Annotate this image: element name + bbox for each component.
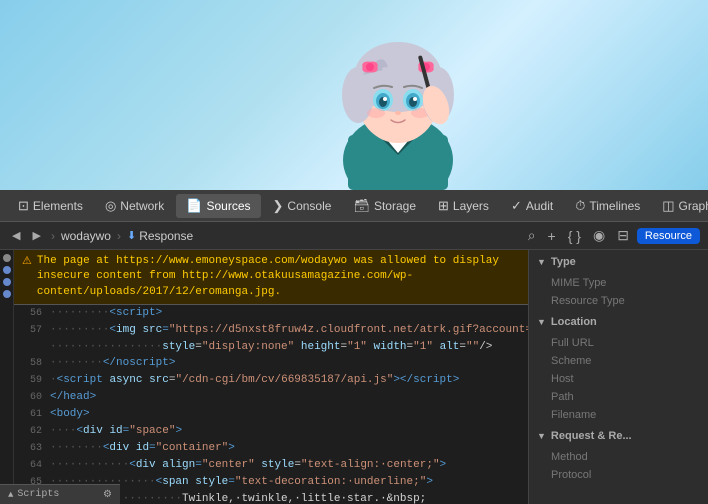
full-url-row: Full URL xyxy=(529,334,708,352)
tab-graphics[interactable]: ◫ Graphics xyxy=(652,194,708,218)
forward-button[interactable]: ▶ xyxy=(28,227,44,244)
gutter-dot xyxy=(3,278,11,286)
tab-timelines[interactable]: ⏱ Timelines xyxy=(565,194,650,218)
host-row: Host xyxy=(529,370,708,388)
main-content: ⚠ The page at https://www.emoneyspace.co… xyxy=(0,250,708,504)
code-line-63: 63 ········<div id="container"> xyxy=(14,440,528,457)
format-button[interactable]: { } xyxy=(564,227,585,245)
protocol-row: Protocol xyxy=(529,466,708,484)
request-section-header[interactable]: ▼ Request & Re... xyxy=(529,424,708,448)
file-type: ⬇ Response xyxy=(127,229,193,243)
tab-elements[interactable]: ⊡ Elements xyxy=(8,194,93,218)
code-line-57b: ·················style="display:none" he… xyxy=(14,339,528,355)
breakpoint-button[interactable]: ◉ xyxy=(589,226,609,245)
method-row: Method xyxy=(529,448,708,466)
tab-storage[interactable]: 🗃 Storage xyxy=(343,194,426,218)
tab-network[interactable]: ◎ Network xyxy=(95,194,174,218)
new-file-button[interactable]: + xyxy=(544,227,560,245)
chevron-down-icon: ▼ xyxy=(537,257,546,267)
code-line-64: 64 ············<div align="center" style… xyxy=(14,457,528,474)
code-line-60: 60 </head> xyxy=(14,389,528,406)
type-section-header[interactable]: ▼ Type xyxy=(529,250,708,274)
mime-type-row: MIME Type xyxy=(529,274,708,292)
path-row: Path xyxy=(529,388,708,406)
audit-icon: ✓ xyxy=(511,198,522,214)
tab-layers[interactable]: ⊞ Layers xyxy=(428,194,499,218)
warning-icon: ⚠ xyxy=(22,255,32,270)
right-panel: ▼ Type MIME Type Resource Type ▼ Locatio… xyxy=(528,250,708,504)
path-bar: ◀ ▶ › wodaywo › ⬇ Response ⌕ + { } ◉ ⊟ R… xyxy=(0,222,708,250)
chevron-down-icon-2: ▼ xyxy=(537,317,546,327)
timelines-icon: ⏱ xyxy=(575,198,585,214)
file-path: wodaywo xyxy=(61,229,111,243)
scripts-bar[interactable]: ▲ Scripts ⚙ xyxy=(0,484,120,504)
devtools-toolbar: ⊡ Elements ◎ Network 📄 Sources ❯ Console… xyxy=(0,190,708,222)
network-icon: ◎ xyxy=(105,198,116,214)
console-icon: ❯ xyxy=(273,198,284,214)
code-line-57: 57 ·········<img src="https://d5nxst8fru… xyxy=(14,322,528,339)
warning-bar: ⚠ The page at https://www.emoneyspace.co… xyxy=(14,250,528,305)
tab-sources[interactable]: 📄 Sources xyxy=(176,194,260,218)
scripts-arrow-icon: ▲ xyxy=(8,490,13,500)
code-line-62: 62 ····<div id="space"> xyxy=(14,423,528,440)
gutter-dot xyxy=(3,254,11,262)
code-line-59: 59 ·<script async src="/cdn-cgi/bm/cv/66… xyxy=(14,372,528,389)
tab-audit[interactable]: ✓ Audit xyxy=(501,194,563,218)
scripts-settings-icon: ⚙ xyxy=(103,489,112,501)
gutter-dot xyxy=(3,290,11,298)
toggle-button[interactable]: ⊟ xyxy=(613,226,633,245)
scheme-row: Scheme xyxy=(529,352,708,370)
tab-console[interactable]: ❯ Console xyxy=(263,194,342,218)
preview-area xyxy=(0,0,708,190)
search-sources-button[interactable]: ⌕ xyxy=(524,226,540,245)
sources-icon: 📄 xyxy=(186,198,202,214)
resource-type-row: Resource Type xyxy=(529,292,708,310)
location-section-header[interactable]: ▼ Location xyxy=(529,310,708,334)
code-line-58: 58 ········</noscript> xyxy=(14,355,528,372)
code-line-61: 61 <body> xyxy=(14,406,528,423)
code-panel[interactable]: ⚠ The page at https://www.emoneyspace.co… xyxy=(14,250,528,504)
left-gutter xyxy=(0,250,14,504)
code-line-56: 56 ·········<script> xyxy=(14,305,528,322)
back-button[interactable]: ◀ xyxy=(8,227,24,244)
elements-icon: ⊡ xyxy=(18,198,29,214)
gutter-dot xyxy=(3,266,11,274)
path-actions: ⌕ + { } ◉ ⊟ Resource xyxy=(524,226,700,245)
graphics-icon: ◫ xyxy=(662,198,674,214)
chevron-down-icon-3: ▼ xyxy=(537,431,546,441)
code-lines: 56 ·········<script> 57 ·········<img sr… xyxy=(14,305,528,504)
download-icon: ⬇ xyxy=(127,229,136,242)
storage-icon: 🗃 xyxy=(353,198,370,214)
filename-row: Filename xyxy=(529,406,708,424)
layers-icon: ⊞ xyxy=(438,198,449,214)
resource-button[interactable]: Resource xyxy=(637,228,700,244)
